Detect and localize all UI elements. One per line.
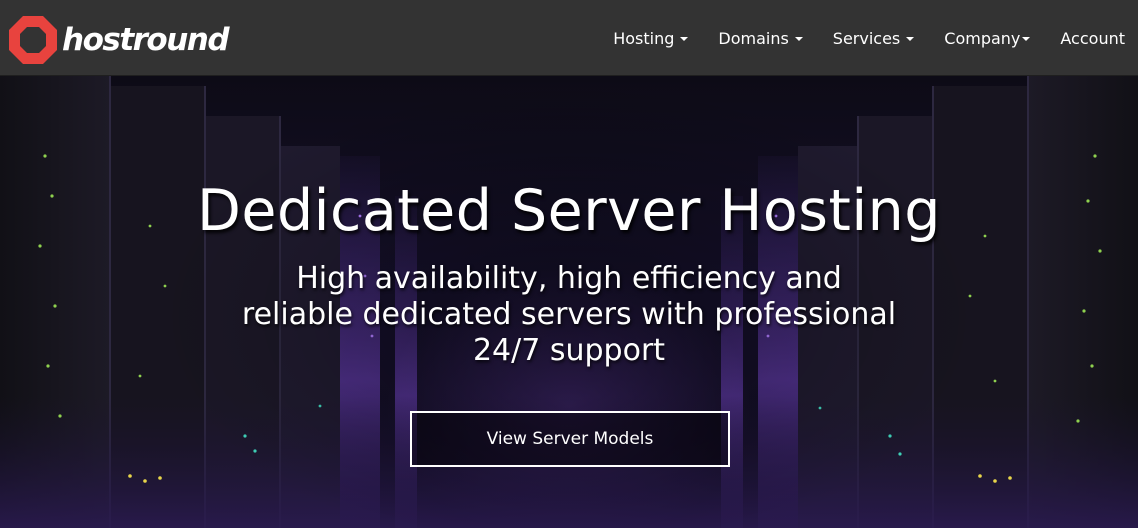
hero-section: Dedicated Server Hosting High availabili… xyxy=(0,76,1138,528)
caret-down-icon xyxy=(1022,36,1031,41)
caret-down-icon xyxy=(906,36,915,41)
hero-title: Dedicated Server Hosting xyxy=(197,178,941,244)
nav-item-label: Services xyxy=(832,28,901,48)
top-navbar: hostround Hosting Domains Services Compa… xyxy=(0,0,1138,76)
caret-down-icon xyxy=(680,36,689,41)
brand-name: hostround xyxy=(62,22,230,58)
octagon-logo-icon xyxy=(9,16,57,64)
nav-item-label: Hosting xyxy=(613,28,675,48)
nav-item-company[interactable]: Company xyxy=(944,28,1031,48)
nav-item-account[interactable]: Account xyxy=(1060,29,1125,48)
nav-item-label: Company xyxy=(944,28,1021,48)
main-nav: Hosting Domains Services Company Account xyxy=(613,0,1125,76)
caret-down-icon xyxy=(794,36,803,41)
view-server-models-button[interactable]: View Server Models xyxy=(410,411,730,467)
page: hostround Hosting Domains Services Compa… xyxy=(0,0,1138,528)
nav-item-services[interactable]: Services xyxy=(832,28,915,48)
brand-logo-link[interactable]: hostround xyxy=(7,14,230,66)
nav-item-label: Domains xyxy=(718,28,789,48)
nav-item-domains[interactable]: Domains xyxy=(718,28,803,48)
nav-item-hosting[interactable]: Hosting xyxy=(613,28,689,48)
nav-item-label: Account xyxy=(1060,28,1125,48)
hero-subtitle: High availability, high efficiency and r… xyxy=(241,261,897,368)
